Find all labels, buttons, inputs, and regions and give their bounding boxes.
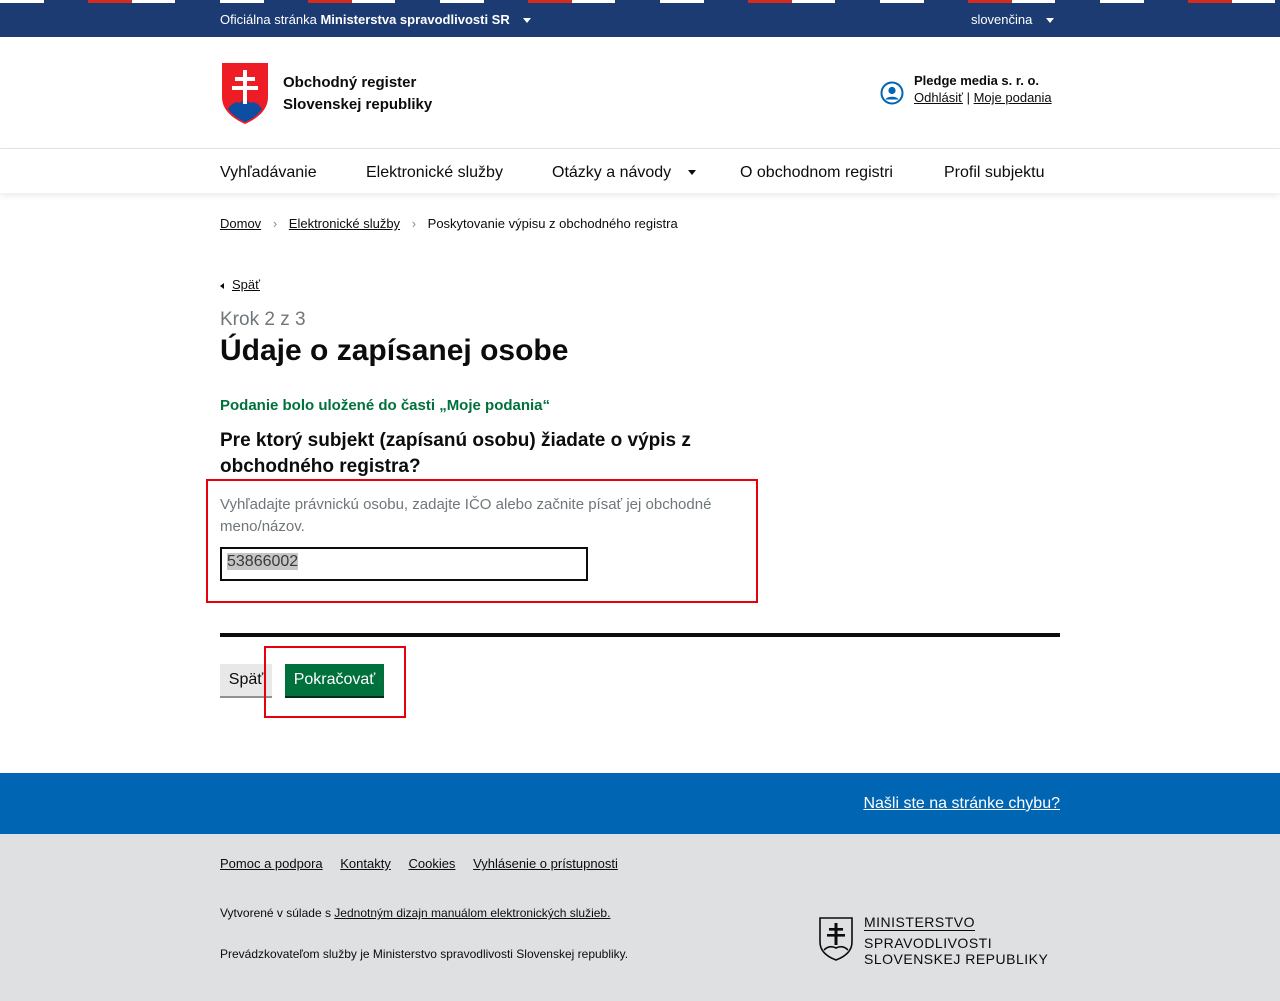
site-title-line2: Slovenskej republiky	[283, 96, 433, 113]
nav-item-search[interactable]: Vyhľadávanie	[220, 164, 317, 182]
logout-link[interactable]: Odhlásiť	[914, 90, 963, 105]
slovak-coat-of-arms-icon[interactable]	[220, 61, 270, 125]
flag-stripes	[0, 0, 1280, 3]
official-ministry: Ministerstva spravodlivosti SR	[320, 12, 510, 27]
nav-item-about-register[interactable]: O obchodnom registri	[740, 164, 893, 182]
site-title-line1: Obchodný register	[283, 74, 417, 91]
saved-notification: Podanie bolo uložené do časti „Moje poda…	[220, 397, 551, 414]
section-divider	[220, 633, 1060, 637]
site-header: Obchodný register Slovenskej republiky P…	[0, 37, 1280, 149]
user-circle-icon	[880, 81, 904, 105]
chevron-left-icon	[220, 282, 224, 289]
main-navigation: Vyhľadávanie Elektronické služby Otázky …	[0, 149, 1280, 193]
design-manual-link[interactable]: Jednotným dizajn manuálom elektronických…	[334, 906, 610, 920]
nav-item-electronic-services[interactable]: Elektronické služby	[366, 164, 503, 182]
nav-item-questions[interactable]: Otázky a návody	[552, 164, 696, 182]
footer-link-cookies[interactable]: Cookies	[408, 856, 455, 871]
breadcrumb-electronic-services[interactable]: Elektronické služby	[289, 216, 400, 231]
ministry-line1: MINISTERSTVO	[864, 914, 976, 931]
official-site-toggle[interactable]: Oficiálna stránka Ministerstva spravodli…	[220, 12, 532, 27]
report-bug-link[interactable]: Našli ste na stránke chybu?	[863, 795, 1060, 813]
ministry-line3: SLOVENSKEJ REPUBLIKY	[864, 951, 1049, 967]
footer: Pomoc a podpora Kontakty Cookies Vyhláse…	[0, 834, 1280, 1001]
footer-created-text: Vytvorené v súlade s Jednotným dizajn ma…	[220, 906, 610, 920]
nav-item-subject-profile[interactable]: Profil subjektu	[944, 164, 1045, 182]
my-submissions-link[interactable]: Moje podania	[974, 90, 1052, 105]
footer-created-prefix: Vytvorené v súlade s	[220, 906, 331, 920]
breadcrumb-chevron-icon: ›	[411, 216, 417, 231]
footer-link-contacts[interactable]: Kontakty	[340, 856, 391, 871]
highlight-box-search	[206, 479, 758, 603]
chevron-down-icon	[1046, 18, 1054, 24]
site-title[interactable]: Obchodný register Slovenskej republiky	[283, 72, 432, 116]
back-link-label: Späť	[232, 277, 261, 292]
footer-operator-text: Prevádzkovateľom služby je Ministerstvo …	[220, 947, 629, 961]
official-top-bar: Oficiálna stránka Ministerstva spravodli…	[0, 0, 1280, 37]
footer-feedback-bar: Našli ste na stránke chybu?	[0, 773, 1280, 834]
link-separator: |	[966, 90, 970, 105]
footer-link-help[interactable]: Pomoc a podpora	[220, 856, 323, 871]
chevron-down-icon	[523, 18, 532, 24]
breadcrumb-current: Poskytovanie výpisu z obchodného registr…	[427, 216, 678, 231]
breadcrumb-chevron-icon: ›	[272, 216, 278, 231]
chevron-down-icon	[687, 170, 696, 176]
ministry-line2: SPRAVODLIVOSTI	[864, 935, 993, 951]
back-link[interactable]: Späť	[220, 277, 260, 292]
footer-links: Pomoc a podpora Kontakty Cookies Vyhláse…	[220, 856, 632, 871]
language-selector[interactable]: slovenčina	[971, 12, 1054, 27]
ministry-logo-text: MINISTERSTVO SPRAVODLIVOSTI SLOVENSKEJ R…	[864, 914, 1048, 967]
breadcrumb: Domov › Elektronické služby › Poskytovan…	[220, 216, 678, 231]
question-heading: Pre ktorý subjekt (zapísanú osobu) žiada…	[220, 430, 691, 477]
page-title: Údaje o zapísanej osobe	[220, 334, 569, 367]
official-prefix: Oficiálna stránka	[220, 12, 317, 27]
breadcrumb-home[interactable]: Domov	[220, 216, 261, 231]
language-label: slovenčina	[970, 12, 1033, 27]
footer-link-accessibility[interactable]: Vyhlásenie o prístupnosti	[473, 856, 618, 871]
ministry-crest-icon	[819, 917, 853, 961]
highlight-box-continue	[264, 646, 406, 718]
step-indicator: Krok 2 z 3	[220, 309, 306, 330]
nav-item-questions-label: Otázky a návody	[552, 164, 672, 181]
user-links: Odhlásiť | Moje podania	[914, 90, 1052, 105]
user-name: Pledge media s. r. o.	[914, 73, 1039, 88]
